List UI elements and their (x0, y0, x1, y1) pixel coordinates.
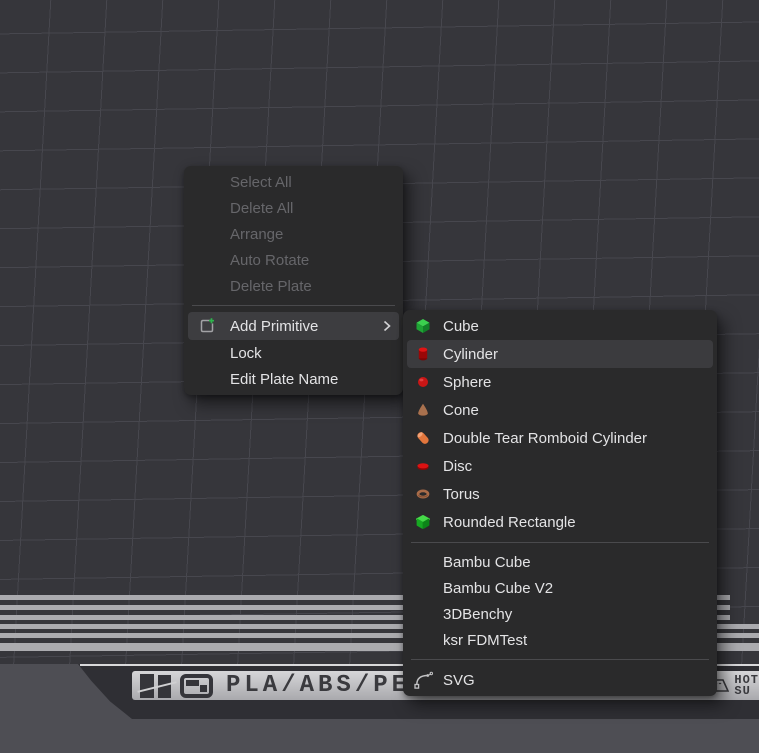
plate-context-menu: Select All Delete All Arrange Auto Rotat… (184, 166, 403, 395)
bezier-path-icon (413, 670, 433, 690)
menu-item-delete-plate[interactable]: Delete Plate (188, 273, 399, 299)
cone-icon (413, 400, 433, 420)
submenu-item-label: Cube (443, 318, 479, 335)
submenu-item-cube[interactable]: Cube (407, 312, 713, 340)
viewport-3d[interactable]: PLA/ABS/PETG HOT SU Select All Delete Al… (0, 0, 759, 753)
cylinder-icon (413, 344, 433, 364)
torus-icon (413, 484, 433, 504)
menu-item-arrange[interactable]: Arrange (188, 221, 399, 247)
menu-item-label: Arrange (230, 226, 283, 243)
submenu-item-label: Bambu Cube V2 (443, 580, 553, 597)
menu-item-lock[interactable]: Lock (188, 340, 399, 366)
submenu-item-double-tear-romboid-cylinder[interactable]: Double Tear Romboid Cylinder (407, 424, 713, 452)
sphere-icon (413, 372, 433, 392)
menu-item-delete-all[interactable]: Delete All (188, 195, 399, 221)
add-primitive-icon (198, 317, 216, 335)
submenu-item-label: Disc (443, 458, 472, 475)
menu-item-add-primitive[interactable]: Add Primitive (188, 312, 399, 340)
hot-surface-text: HOT SU (734, 675, 759, 696)
menu-item-label: Delete Plate (230, 278, 312, 295)
submenu-item-ksr-fdmtest[interactable]: ksr FDMTest (407, 627, 713, 653)
menu-item-label: Auto Rotate (230, 252, 309, 269)
submenu-item-label: ksr FDMTest (443, 632, 527, 649)
menu-item-edit-plate-name[interactable]: Edit Plate Name (188, 366, 399, 392)
menu-separator (192, 305, 395, 306)
disc-icon (413, 456, 433, 476)
menu-item-auto-rotate[interactable]: Auto Rotate (188, 247, 399, 273)
submenu-item-sphere[interactable]: Sphere (407, 368, 713, 396)
submenu-item-svg[interactable]: SVG (407, 666, 713, 694)
submenu-item-bambu-cube-v2[interactable]: Bambu Cube V2 (407, 575, 713, 601)
menu-item-label: Add Primitive (230, 318, 318, 335)
submenu-item-bambu-cube[interactable]: Bambu Cube (407, 549, 713, 575)
submenu-item-3dbenchy[interactable]: 3DBenchy (407, 601, 713, 627)
submenu-item-label: SVG (443, 672, 475, 689)
menu-item-label: Delete All (230, 200, 293, 217)
submenu-item-label: Rounded Rectangle (443, 514, 576, 531)
submenu-item-cone[interactable]: Cone (407, 396, 713, 424)
add-primitive-submenu: Cube Cylinder Sphere (403, 310, 717, 696)
submenu-item-label: Cone (443, 402, 479, 419)
double-tear-romboid-cylinder-icon (413, 428, 433, 448)
submenu-item-rounded-rectangle[interactable]: Rounded Rectangle (407, 508, 713, 536)
menu-item-label: Lock (230, 345, 262, 362)
plate-brand-logo-icon (140, 674, 173, 698)
menu-item-label: Edit Plate Name (230, 371, 338, 388)
submenu-item-label: Bambu Cube (443, 554, 531, 571)
plate-type-logo-icon (180, 674, 213, 698)
submenu-item-disc[interactable]: Disc (407, 452, 713, 480)
submenu-separator (411, 542, 709, 543)
submenu-item-torus[interactable]: Torus (407, 480, 713, 508)
cube-icon (413, 316, 433, 336)
chevron-right-icon (383, 320, 391, 332)
submenu-item-label: 3DBenchy (443, 606, 512, 623)
submenu-item-cylinder[interactable]: Cylinder (407, 340, 713, 368)
menu-item-select-all[interactable]: Select All (188, 169, 399, 195)
submenu-item-label: Torus (443, 486, 480, 503)
submenu-item-label: Double Tear Romboid Cylinder (443, 430, 647, 447)
menu-item-label: Select All (230, 174, 292, 191)
submenu-item-label: Sphere (443, 374, 491, 391)
submenu-separator (411, 659, 709, 660)
rounded-rectangle-icon (413, 512, 433, 532)
submenu-item-label: Cylinder (443, 346, 498, 363)
